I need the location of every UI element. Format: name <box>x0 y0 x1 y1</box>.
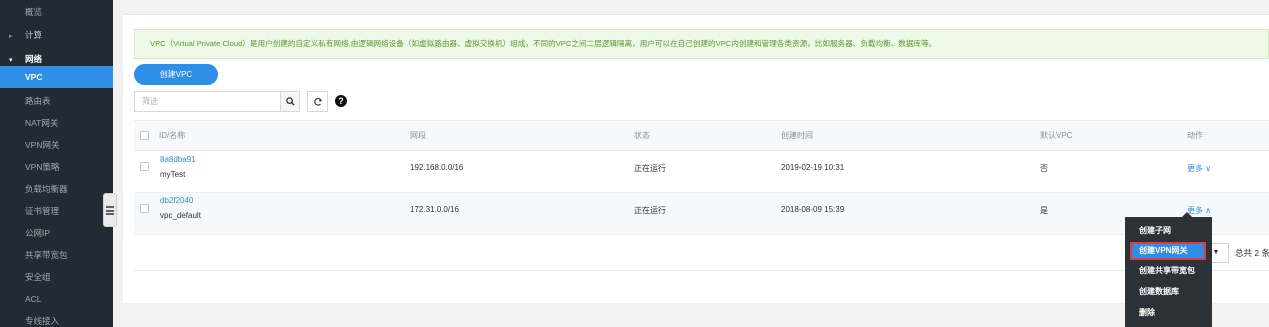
select-all-checkbox[interactable] <box>140 131 149 140</box>
row-checkbox[interactable] <box>140 204 149 213</box>
sidebar-item-label: 安全组 <box>25 272 51 282</box>
sidebar-item-direct-connect[interactable]: 专线接入 <box>0 310 113 327</box>
sidebar-item-label: VPC <box>25 72 43 82</box>
menu-item-create-subnet[interactable]: 创建子网 <box>1130 222 1206 240</box>
sidebar-item-public-ip[interactable]: 公网IP <box>0 222 113 244</box>
menu-item-delete[interactable]: 删除 <box>1130 304 1206 322</box>
help-icon[interactable]: ? <box>335 95 347 107</box>
sidebar-item-nat-gateway[interactable]: NAT网关 <box>0 112 113 134</box>
vpc-status: 正在运行 <box>634 206 666 215</box>
table-header: ID/名称 网段 状态 创建时间 默认VPC 动作 <box>134 120 1269 151</box>
sidebar-item-label: NAT网关 <box>25 118 59 128</box>
sidebar-group-compute[interactable]: ▸ 计算 <box>0 24 113 46</box>
vpc-name: myTest <box>160 170 186 179</box>
vpc-status: 正在运行 <box>634 164 666 173</box>
refresh-button[interactable] <box>307 91 328 112</box>
total-count: 总共 2 条 <box>1235 248 1269 258</box>
refresh-icon <box>313 97 322 106</box>
create-vpc-button[interactable]: 创建VPC <box>134 64 218 85</box>
sidebar-item-label: 路由表 <box>25 96 51 106</box>
actions-dropdown-menu: 创建子网 创建VPN网关 创建共享带宽包 创建数据库 删除 <box>1125 212 1212 327</box>
column-header-actions: 动作 <box>1187 131 1203 140</box>
sidebar-item-shared-bandwidth[interactable]: 共享带宽包 <box>0 244 113 266</box>
chevron-right-icon: ▸ <box>9 33 13 40</box>
vpc-cidr: 172.31.0.0/16 <box>410 205 459 214</box>
info-banner: VPC（Virtual Private Cloud）是用户创建的自定义私有网络,… <box>134 29 1269 59</box>
sidebar-item-label: VPN策略 <box>25 162 60 172</box>
sidebar-item-security-group[interactable]: 安全组 <box>0 266 113 288</box>
vpc-name: vpc_default <box>160 211 201 220</box>
search-icon <box>285 97 295 106</box>
vpc-id-link[interactable]: 8a8dba91 <box>160 155 196 164</box>
search-button[interactable] <box>280 91 300 112</box>
sidebar-item-vpn-policy[interactable]: VPN策略 <box>0 156 113 178</box>
filter-input[interactable] <box>134 91 281 112</box>
sidebar-item-label: ACL <box>25 294 42 304</box>
column-header-default-vpc: 默认VPC <box>1040 131 1073 140</box>
sidebar-item-label: VPN网关 <box>25 140 60 150</box>
menu-item-create-shared-bandwidth[interactable]: 创建共享带宽包 <box>1130 262 1206 280</box>
sidebar-item-label: 负载均衡器 <box>25 184 68 194</box>
sidebar-item-label: 网络 <box>25 54 43 64</box>
column-header-created: 创建时间 <box>781 131 813 140</box>
sidebar-item-acl[interactable]: ACL <box>0 288 113 310</box>
menu-item-create-vpn-gateway[interactable]: 创建VPN网关 <box>1130 242 1206 260</box>
vpc-created-time: 2019-02-19 10:31 <box>781 163 845 172</box>
more-actions-button[interactable]: 更多 ∨ <box>1187 163 1211 174</box>
sidebar-item-label: 共享带宽包 <box>25 250 68 260</box>
sidebar-item-vpn-gateway[interactable]: VPN网关 <box>0 134 113 156</box>
sidebar-item-overview[interactable]: 概览 <box>0 1 113 23</box>
vpc-created-time: 2018-08-09 15:39 <box>781 205 845 214</box>
sidebar-item-load-balancer[interactable]: 负载均衡器 <box>0 178 113 200</box>
sidebar-item-label: 公网IP <box>25 228 51 238</box>
column-header-id-name: ID/名称 <box>159 131 186 140</box>
sidebar-collapse-button[interactable] <box>103 193 117 227</box>
sidebar-item-route-table[interactable]: 路由表 <box>0 90 113 112</box>
column-header-status: 状态 <box>634 131 650 140</box>
menu-item-create-database[interactable]: 创建数据库 <box>1130 283 1206 301</box>
row-checkbox[interactable] <box>140 162 149 171</box>
vpc-default-flag: 否 <box>1040 164 1048 173</box>
sidebar-item-label: 证书管理 <box>25 206 60 216</box>
sidebar-item-label: 专线接入 <box>25 316 60 326</box>
sidebar: 概览 ▸ 计算 ▾ 网络 VPC 路由表 NAT网关 VPN网关 VPN策略 负载均… <box>0 0 113 327</box>
vpc-id-link[interactable]: db2f2040 <box>160 196 193 205</box>
vpc-default-flag: 是 <box>1040 206 1048 215</box>
sidebar-item-label: 概览 <box>25 7 43 17</box>
sidebar-item-vpc[interactable]: VPC <box>0 66 113 88</box>
column-header-cidr: 网段 <box>410 131 426 140</box>
table-row: db2f2040 vpc_default 172.31.0.0/16 正在运行 … <box>134 193 1269 235</box>
sidebar-item-label: 计算 <box>25 30 43 40</box>
vpc-cidr: 192.168.0.0/16 <box>410 163 464 172</box>
menu-icon <box>106 205 114 215</box>
table-row: 8a8dba91 myTest 192.168.0.0/16 正在运行 2019… <box>134 151 1269 193</box>
sidebar-item-certificates[interactable]: 证书管理 <box>0 200 113 222</box>
pagination-bar <box>134 235 1269 271</box>
main-content: VPC（Virtual Private Cloud）是用户创建的自定义私有网络,… <box>123 14 1269 303</box>
